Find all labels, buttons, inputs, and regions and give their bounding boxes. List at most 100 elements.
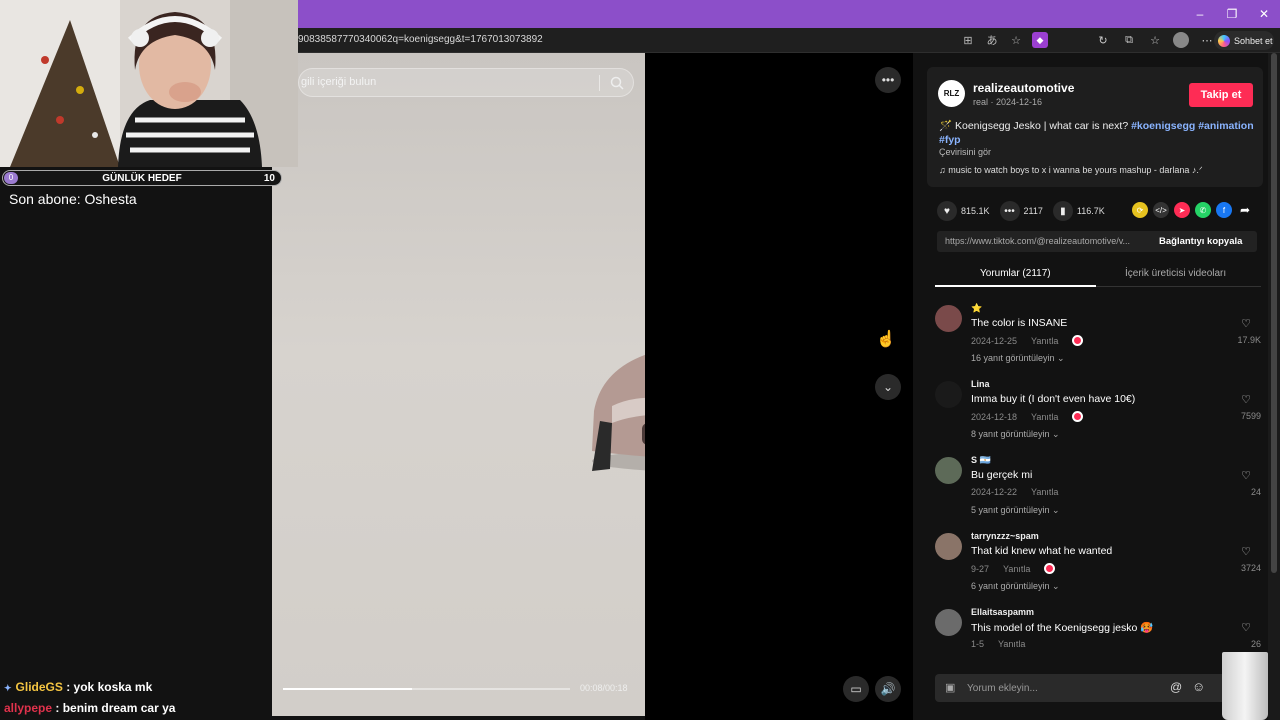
heart-icon[interactable]: ♥ xyxy=(937,201,957,221)
next-video-chevron-down-icon[interactable]: ⌄ xyxy=(875,374,901,400)
favorites-icon[interactable]: ☆ xyxy=(1147,32,1163,48)
volume-icon[interactable]: 🔊 xyxy=(875,676,901,702)
music-note-icon: ♫ xyxy=(939,165,949,175)
commenter-name[interactable]: ⭐ xyxy=(971,303,982,314)
share-arrow-icon[interactable]: ➦ xyxy=(1237,202,1253,218)
comment-text: That kid knew what he wanted xyxy=(971,545,1113,557)
comment-like-count: 26 xyxy=(1250,639,1261,649)
video-player[interactable] xyxy=(272,53,645,716)
video-progress-bar[interactable] xyxy=(283,688,570,690)
commenter-name[interactable]: Lina xyxy=(971,379,990,389)
profile-avatar-icon[interactable] xyxy=(1173,32,1189,48)
repost-icon[interactable]: ⟳ xyxy=(1132,202,1148,218)
bookmark-icon[interactable]: ▮ xyxy=(1052,201,1073,221)
extensions-puzzle-icon[interactable]: ⧉ xyxy=(1121,32,1137,48)
comment-like-count: 7599 xyxy=(1240,411,1261,421)
copilot-label: Sohbet et xyxy=(1234,35,1273,46)
music-title[interactable]: music to watch boys to x i wanna be your… xyxy=(948,165,1202,175)
reply-button[interactable]: Yanıtla xyxy=(1031,487,1058,497)
view-replies-button[interactable]: 6 yanıt görüntüleyin ⌄ xyxy=(971,581,1060,592)
comment-heart-icon[interactable]: ♡ xyxy=(1231,393,1261,406)
view-replies-button[interactable]: 16 yanıt görüntüleyin ⌄ xyxy=(971,353,1065,364)
commenter-avatar[interactable] xyxy=(935,609,962,636)
chat-message: allypepe : benim dream car ya xyxy=(4,701,175,720)
share-link-url[interactable]: https://www.tiktok.com/@realizeautomotiv… xyxy=(945,236,1149,246)
commenter-name[interactable]: S 🇦🇷 xyxy=(971,455,991,466)
car-image xyxy=(592,354,645,471)
music-info[interactable]: ♫ music to watch boys to x i wanna be yo… xyxy=(939,165,1203,176)
translate-icon[interactable]: あ xyxy=(984,32,1000,48)
miniplayer-icon[interactable]: ▭ xyxy=(843,676,869,702)
facebook-icon[interactable]: f xyxy=(1216,202,1232,218)
author-name[interactable]: realizeautomotive xyxy=(973,81,1074,95)
more-options-icon[interactable]: ••• xyxy=(875,67,901,93)
comment-item: tarrynzzz~spam That kid knew what he wan… xyxy=(935,531,1265,603)
comment-date: 1-5 xyxy=(971,639,985,649)
copy-link-button[interactable]: Bağlantıyı kopyala xyxy=(1159,236,1242,247)
comment-heart-icon[interactable]: ♡ xyxy=(1231,621,1261,634)
search-icon[interactable] xyxy=(610,76,624,90)
author-avatar[interactable]: RLZ xyxy=(938,80,965,107)
comment-like-count: 24 xyxy=(1250,487,1261,497)
share-buttons: ⟳ </> ➤ ✆ f ➦ xyxy=(1132,202,1253,218)
reply-button[interactable]: Yanıtla xyxy=(1031,336,1058,346)
commenter-avatar[interactable] xyxy=(935,305,962,332)
save-stat[interactable]: ▮ 116.7K xyxy=(1052,201,1105,221)
comment-heart-icon[interactable]: ♡ xyxy=(1231,545,1261,558)
commenter-name[interactable]: Ellaitsaspamm xyxy=(971,607,1034,617)
see-translation-link[interactable]: Çevirisini gör xyxy=(939,147,991,157)
embed-code-icon[interactable]: </> xyxy=(1153,202,1169,218)
comment-item: ⭐ The color is INSANE 2024-12-25 Yanıtla… xyxy=(935,303,1265,375)
view-replies-button[interactable]: 5 yanıt görüntüleyin ⌄ xyxy=(971,505,1060,516)
stream-chat: ✦ GlideGS : yok koska mk allypepe : benim… xyxy=(4,680,175,720)
tab-comments[interactable]: Yorumlar (2117) xyxy=(980,268,1051,279)
commenter-avatar[interactable] xyxy=(935,457,962,484)
comment-stat[interactable]: ••• 2117 xyxy=(999,201,1043,221)
caption-text: Koenigsegg Jesko | what car is next? xyxy=(955,120,1129,132)
close-window-button[interactable]: ✕ xyxy=(1248,0,1280,28)
comment-icon[interactable]: ••• xyxy=(999,201,1020,221)
search-placeholder[interactable]: gili içeriği bulun xyxy=(301,76,376,88)
comment-heart-icon[interactable]: ♡ xyxy=(1231,317,1261,330)
emoji-icon[interactable]: ☺ xyxy=(1192,679,1205,694)
hashtag[interactable]: #koenigsegg xyxy=(1131,120,1195,132)
search-divider xyxy=(599,75,600,91)
chat-username: allypepe xyxy=(4,701,53,715)
restore-button[interactable]: ❐ xyxy=(1216,0,1248,28)
comment-date: 2024-12-25 xyxy=(971,335,1018,346)
view-replies-button[interactable]: 8 yanıt görüntüleyin ⌄ xyxy=(971,429,1060,440)
whatsapp-icon[interactable]: ✆ xyxy=(1195,202,1211,218)
tab-creator-videos[interactable]: İçerik üreticisi videoları xyxy=(1125,268,1226,279)
scrollbar-thumb[interactable] xyxy=(1271,53,1277,573)
split-view-icon[interactable]: ⊞ xyxy=(960,32,976,48)
favorite-star-icon[interactable]: ☆ xyxy=(1008,32,1024,48)
minimize-button[interactable]: – xyxy=(1184,0,1216,28)
refresh-icon[interactable]: ↻ xyxy=(1095,32,1111,48)
commenter-avatar[interactable] xyxy=(935,381,962,408)
send-to-friends-icon[interactable]: ➤ xyxy=(1174,202,1190,218)
mention-at-icon[interactable]: @ xyxy=(1170,680,1182,694)
more-menu-icon[interactable]: ⋯ xyxy=(1199,32,1215,48)
image-upload-icon[interactable]: ▣ xyxy=(945,681,955,694)
commenter-avatar[interactable] xyxy=(935,533,962,560)
comment-input[interactable] xyxy=(967,680,1177,696)
copilot-chat-button[interactable]: Sohbet et xyxy=(1214,31,1274,50)
page-scrollbar[interactable] xyxy=(1268,53,1280,720)
comment-like-count: 3724 xyxy=(1240,563,1261,573)
follow-button[interactable]: Takip et xyxy=(1189,83,1253,107)
hashtag[interactable]: #fyp xyxy=(939,134,961,146)
engagement-stats: ♥ 815.1K ••• 2117 ▮ 116.7K xyxy=(937,201,1105,221)
copilot-icon xyxy=(1218,34,1230,47)
reply-button[interactable]: Yanıtla xyxy=(1031,412,1058,422)
reply-button[interactable]: Yanıtla xyxy=(1003,564,1030,574)
screen: – ❐ ✕ 90838587770340062q=koenigsegg&t=17… xyxy=(0,0,1280,720)
extension-icon[interactable]: ◆ xyxy=(1032,32,1048,48)
video-timecode: 00:08/00:18 xyxy=(580,683,628,693)
reply-button[interactable]: Yanıtla xyxy=(998,639,1025,649)
search-bar[interactable]: gili içeriği bulun xyxy=(298,68,634,97)
url-text[interactable]: 90838587770340062q=koenigsegg&t=17670130… xyxy=(298,34,543,45)
commenter-name[interactable]: tarrynzzz~spam xyxy=(971,531,1039,541)
hashtag[interactable]: #animation xyxy=(1198,120,1253,132)
like-stat[interactable]: ♥ 815.1K xyxy=(937,201,990,221)
comment-heart-icon[interactable]: ♡ xyxy=(1231,469,1261,482)
